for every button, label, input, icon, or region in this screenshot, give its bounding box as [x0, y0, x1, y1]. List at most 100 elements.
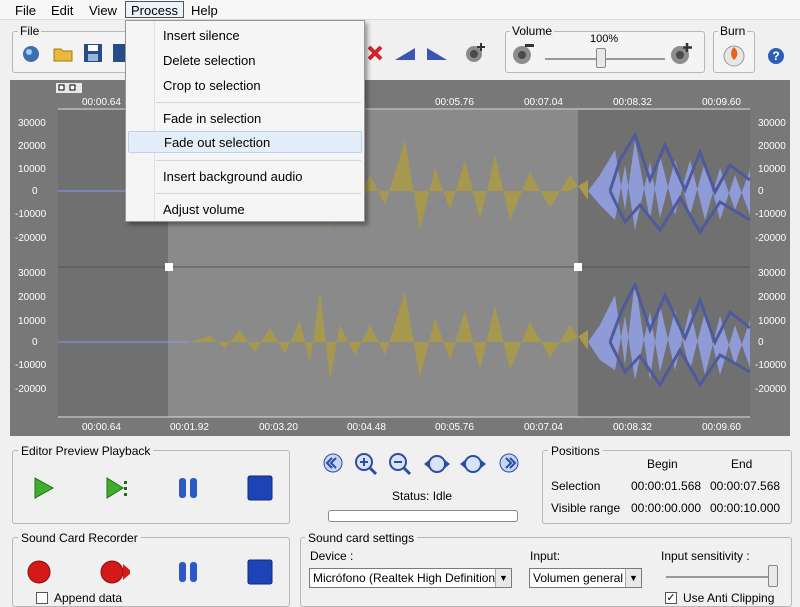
selection-label: Selection	[551, 479, 601, 493]
sensitivity-slider-track[interactable]	[666, 576, 778, 578]
save-icon[interactable]	[80, 40, 106, 66]
y-axis-label: 10000	[758, 164, 786, 175]
volume-percent: 100%	[590, 33, 619, 45]
menu-process[interactable]: Process	[125, 1, 184, 18]
y-axis-label: -10000	[755, 360, 787, 371]
zoom-in-icon[interactable]	[354, 452, 378, 479]
pause-icon[interactable]	[173, 473, 203, 503]
chevron-down-icon[interactable]: ▼	[495, 569, 511, 587]
chevron-down-icon[interactable]: ▼	[625, 569, 641, 587]
y-axis-label: 30000	[18, 118, 46, 129]
y-axis-label: 0	[32, 337, 38, 348]
ruler-label: 00:04.48	[347, 422, 386, 433]
begin-header: Begin	[647, 457, 678, 471]
input-select-value: Volumen general	[533, 571, 624, 585]
y-axis-label: -10000	[15, 209, 47, 220]
menu-fade-out-selection[interactable]: Fade out selection	[128, 131, 362, 153]
menu-file[interactable]: File	[10, 2, 41, 19]
progress-bar	[328, 510, 518, 522]
y-axis-label: 10000	[18, 164, 46, 175]
menu-delete-selection[interactable]: Delete selection	[128, 50, 362, 72]
selection-begin-value[interactable]: 00:00:01.568	[631, 479, 701, 493]
toolbar: File Volume 100% Burn ?	[0, 21, 800, 77]
y-axis-label: 20000	[758, 141, 786, 152]
recorder-stop-icon[interactable]	[245, 557, 275, 587]
menu-edit[interactable]: Edit	[46, 2, 78, 19]
sensitivity-slider-thumb[interactable]	[768, 565, 778, 587]
selection-end-handle	[574, 263, 582, 271]
positions-title: Positions	[548, 444, 603, 458]
append-data-label: Append data	[54, 591, 123, 605]
recorder-pause-icon[interactable]	[173, 557, 203, 587]
anti-clipping-checkbox[interactable]: ✓	[665, 592, 677, 604]
device-select-value: Micrófono (Realtek High Definition	[313, 571, 496, 585]
ruler-label: 00:00.64	[82, 97, 121, 108]
menu-fade-in-selection[interactable]: Fade in selection	[128, 108, 362, 130]
file-group-label: File	[18, 24, 42, 38]
menu-adjust-volume[interactable]: Adjust volume	[128, 199, 362, 221]
play-icon[interactable]	[28, 473, 58, 503]
y-axis-label: 20000	[758, 292, 786, 303]
y-axis-label: -20000	[15, 384, 47, 395]
input-select[interactable]: Volumen general ▼	[529, 568, 642, 588]
y-axis-label: 30000	[758, 268, 786, 279]
menu-view[interactable]: View	[84, 2, 122, 19]
y-axis-label: -10000	[755, 209, 787, 220]
menu-insert-background-audio[interactable]: Insert background audio	[128, 166, 362, 188]
zoom-to-start-icon[interactable]	[322, 452, 344, 477]
append-data-checkbox[interactable]	[36, 592, 48, 604]
y-axis-label: -10000	[15, 360, 47, 371]
input-label: Input:	[530, 549, 561, 563]
open-folder-icon[interactable]	[50, 40, 76, 66]
help-icon[interactable]: ?	[763, 43, 789, 69]
menu-separator	[156, 102, 361, 103]
y-axis-label: 20000	[18, 141, 46, 152]
soundcard-title: Sound card settings	[305, 531, 418, 545]
visible-range-label: Visible range	[551, 501, 621, 515]
add-speaker-icon[interactable]	[462, 40, 488, 66]
ruler-label: 00:07.04	[524, 422, 563, 433]
zoom-out-icon[interactable]	[388, 452, 412, 479]
status-text: Status: Idle	[392, 489, 453, 503]
volume-group-label: Volume	[510, 24, 555, 38]
menubar: File Edit View Process Help	[0, 0, 800, 20]
ruler-label: 00:01.92	[170, 422, 209, 433]
menu-help[interactable]: Help	[186, 2, 223, 19]
volume-down-icon[interactable]	[510, 41, 536, 67]
device-select[interactable]: Micrófono (Realtek High Definition ▼	[309, 568, 512, 588]
play-selection-icon[interactable]	[102, 473, 132, 503]
ruler-label: 00:09.60	[702, 97, 741, 108]
zoom-selection-icon[interactable]	[422, 452, 452, 479]
menu-separator	[156, 160, 361, 161]
y-axis-label: -20000	[755, 384, 787, 395]
selection-end-value[interactable]: 00:00:07.568	[710, 479, 780, 493]
record-icon[interactable]	[24, 557, 54, 587]
burn-cd-icon[interactable]	[721, 41, 747, 67]
y-axis-label: 10000	[758, 316, 786, 327]
stop-icon[interactable]	[245, 473, 275, 503]
open-recent-icon[interactable]	[18, 40, 44, 66]
selection-start-handle	[165, 263, 173, 271]
fade-in-icon[interactable]	[392, 40, 418, 66]
ruler-label: 00:07.04	[524, 97, 563, 108]
y-axis-label: -20000	[15, 233, 47, 244]
zoom-to-end-icon[interactable]	[498, 452, 520, 477]
menu-insert-silence[interactable]: Insert silence	[128, 25, 362, 47]
anti-clipping-label: Use Anti Clipping	[683, 591, 775, 605]
record-append-icon[interactable]	[100, 557, 130, 587]
menu-crop-to-selection[interactable]: Crop to selection	[128, 75, 362, 97]
ruler-label: 00:08.32	[613, 97, 652, 108]
end-header: End	[731, 457, 753, 471]
visible-end-value[interactable]: 00:00:10.000	[710, 501, 780, 515]
fade-out-icon[interactable]	[424, 40, 450, 66]
zoom-all-icon[interactable]	[458, 452, 488, 479]
volume-up-icon[interactable]	[668, 41, 694, 67]
volume-slider-thumb[interactable]	[596, 48, 606, 68]
visible-begin-value[interactable]: 00:00:00.000	[631, 501, 701, 515]
delete-icon[interactable]	[362, 40, 388, 66]
ruler-label: 00:05.76	[435, 97, 474, 108]
y-axis-label: 10000	[18, 316, 46, 327]
editor-preview-title: Editor Preview Playback	[18, 444, 154, 458]
device-label: Device :	[310, 549, 354, 563]
zoom-toolbar	[322, 452, 522, 476]
